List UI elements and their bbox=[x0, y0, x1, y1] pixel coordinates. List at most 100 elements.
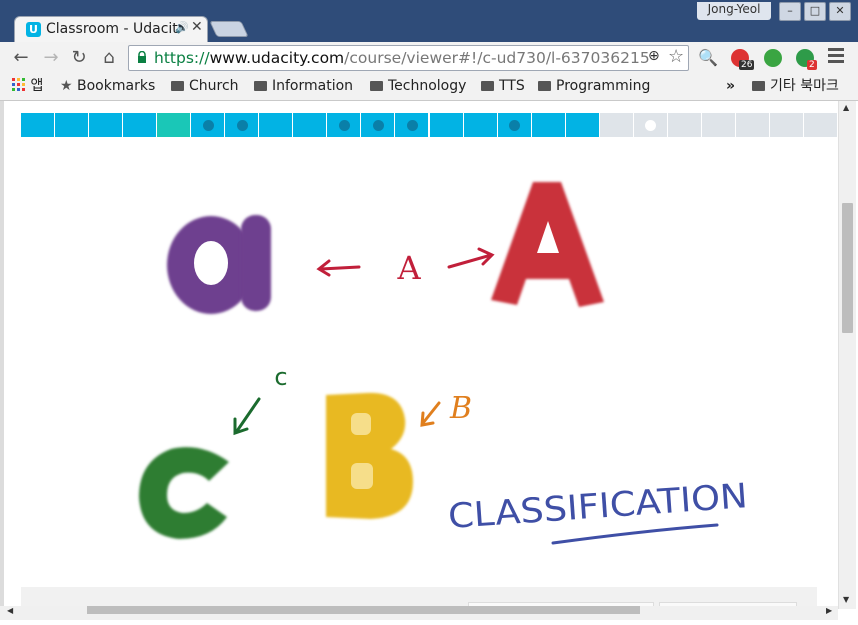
horizontal-scrollbar[interactable]: ◀ ▶ bbox=[0, 606, 838, 620]
horizontal-scroll-thumb[interactable] bbox=[87, 606, 640, 614]
quiz-dot-icon bbox=[406, 120, 418, 131]
letter-a-uppercase bbox=[491, 182, 604, 307]
forward-arrow-icon[interactable]: → bbox=[40, 46, 62, 70]
bookmark-church[interactable]: Church bbox=[171, 77, 239, 95]
scroll-down-icon[interactable]: ▼ bbox=[843, 595, 849, 604]
bookmark-technology[interactable]: Technology bbox=[370, 77, 466, 95]
letter-c-lowercase bbox=[139, 447, 229, 539]
lesson-progress-segment[interactable] bbox=[667, 113, 702, 137]
lesson-progress-segment[interactable] bbox=[21, 113, 56, 137]
apps-label: 앱 bbox=[30, 78, 44, 94]
url-text: https://www.udacity.com/course/viewer#!/… bbox=[154, 49, 649, 67]
lesson-progress-segment[interactable] bbox=[429, 113, 464, 137]
new-tab-button[interactable] bbox=[209, 21, 249, 37]
bookmark-programming[interactable]: Programming bbox=[538, 77, 650, 95]
lock-icon bbox=[138, 51, 146, 63]
address-bar[interactable]: https://www.udacity.com/course/viewer#!/… bbox=[128, 45, 689, 71]
arrow-b-annotation bbox=[420, 401, 441, 427]
hamburger-menu-icon[interactable] bbox=[828, 48, 844, 66]
folder-icon bbox=[254, 81, 267, 91]
bookmark-label: TTS bbox=[499, 78, 525, 94]
bookmark-label: Church bbox=[189, 78, 239, 94]
scroll-left-icon[interactable]: ◀ bbox=[7, 606, 13, 615]
classification-label: CLASSIFICATION bbox=[447, 476, 749, 537]
back-arrow-icon[interactable]: ← bbox=[10, 46, 32, 70]
vertical-scrollbar[interactable]: ▲ ▼ bbox=[838, 101, 856, 609]
browser-toolbar: ← → ↻ ⌂ https://www.udacity.com/course/v… bbox=[0, 42, 858, 74]
lesson-progress-segment[interactable] bbox=[225, 113, 260, 137]
lesson-progress-segment[interactable] bbox=[293, 113, 328, 137]
lesson-progress-segment[interactable] bbox=[157, 113, 192, 137]
lesson-progress-segment[interactable] bbox=[633, 113, 668, 137]
quiz-dot-icon bbox=[338, 120, 350, 131]
tab-close-icon[interactable]: ✕ bbox=[191, 19, 203, 35]
lesson-progress-segment[interactable] bbox=[769, 113, 804, 137]
bookmarks-overflow-button[interactable]: » bbox=[726, 77, 735, 95]
arrow-c-annotation bbox=[233, 397, 261, 436]
lesson-video[interactable]: A B c CLASSIFICATION bbox=[21, 137, 838, 587]
lesson-progress-segment[interactable] bbox=[361, 113, 396, 137]
browser-tab[interactable]: U Classroom - Udacit 🔊 ✕ bbox=[14, 16, 208, 42]
lesson-progress-segment[interactable] bbox=[463, 113, 498, 137]
window-titlebar: U Classroom - Udacit 🔊 ✕ Jong-Yeol – □ ✕ bbox=[0, 0, 858, 42]
lesson-progress-segment[interactable] bbox=[259, 113, 294, 137]
lesson-progress-segment[interactable] bbox=[701, 113, 736, 137]
folder-icon bbox=[538, 81, 551, 91]
apps-shortcut[interactable]: 앱 bbox=[12, 77, 43, 95]
quiz-dot-icon bbox=[202, 120, 214, 131]
speaker-icon: 🔊 bbox=[175, 21, 189, 34]
page-left-edge bbox=[0, 101, 4, 608]
green-balloon-extension-icon[interactable] bbox=[764, 49, 782, 67]
lesson-progress-segment[interactable] bbox=[123, 113, 158, 137]
other-bookmarks[interactable]: 기타 북마크 bbox=[752, 77, 839, 95]
bookmark-label: Information bbox=[272, 78, 354, 94]
zoom-icon[interactable]: ⊕ bbox=[648, 48, 660, 64]
magnifier-extension-icon[interactable]: 🔍 bbox=[697, 46, 719, 70]
lesson-progress-segment[interactable] bbox=[327, 113, 362, 137]
stop-extension-icon[interactable]: 26 bbox=[731, 49, 755, 70]
scroll-up-icon[interactable]: ▲ bbox=[843, 103, 849, 112]
bookmark-star-icon[interactable]: ☆ bbox=[668, 46, 684, 67]
lesson-progress-segment[interactable] bbox=[55, 113, 90, 137]
folder-icon bbox=[370, 81, 383, 91]
window-close-button[interactable]: ✕ bbox=[829, 2, 851, 21]
udacity-favicon-icon: U bbox=[26, 22, 41, 37]
lesson-progress-segment[interactable] bbox=[531, 113, 566, 137]
bookmarks-bar: 앱 ★ Bookmarks Church Information Technol… bbox=[0, 74, 858, 101]
bookmark-bookmarks[interactable]: ★ Bookmarks bbox=[60, 77, 155, 95]
tab-title: Classroom - Udacit bbox=[46, 21, 178, 37]
reload-icon[interactable]: ↻ bbox=[68, 46, 90, 70]
quiz-dot-icon bbox=[509, 120, 521, 131]
lesson-progress-segment[interactable] bbox=[599, 113, 634, 137]
folder-icon bbox=[171, 81, 184, 91]
folder-icon bbox=[752, 81, 765, 91]
home-icon[interactable]: ⌂ bbox=[98, 46, 120, 70]
lesson-progress-segment[interactable] bbox=[803, 113, 838, 137]
folder-icon bbox=[481, 81, 494, 91]
bookmark-tts[interactable]: TTS bbox=[481, 77, 525, 95]
lesson-progress-bar bbox=[21, 113, 838, 137]
minimize-button[interactable]: – bbox=[779, 2, 801, 21]
lesson-progress-segment[interactable] bbox=[497, 113, 532, 137]
letter-b-uppercase bbox=[326, 392, 413, 519]
label-a: A bbox=[396, 249, 421, 287]
quiz-dot-icon bbox=[372, 120, 384, 131]
star-icon: ★ bbox=[60, 78, 73, 94]
label-c: c bbox=[274, 363, 287, 391]
lesson-progress-segment[interactable] bbox=[565, 113, 600, 137]
bookmark-label: Technology bbox=[388, 78, 467, 94]
green-d-extension-icon[interactable]: 2 bbox=[796, 49, 817, 70]
quiz-dot-icon bbox=[645, 120, 657, 131]
bookmark-information[interactable]: Information bbox=[254, 77, 353, 95]
scroll-right-icon[interactable]: ▶ bbox=[826, 606, 832, 615]
maximize-button[interactable]: □ bbox=[804, 2, 826, 21]
apps-grid-icon bbox=[12, 78, 25, 91]
lesson-progress-segment[interactable] bbox=[395, 113, 430, 137]
lesson-progress-segment[interactable] bbox=[735, 113, 770, 137]
profile-name[interactable]: Jong-Yeol bbox=[697, 2, 771, 20]
label-b: B bbox=[449, 391, 472, 426]
vertical-scroll-thumb[interactable] bbox=[842, 203, 853, 333]
bookmark-label: 기타 북마크 bbox=[770, 78, 839, 94]
lesson-progress-segment[interactable] bbox=[89, 113, 124, 137]
lesson-progress-segment[interactable] bbox=[191, 113, 226, 137]
